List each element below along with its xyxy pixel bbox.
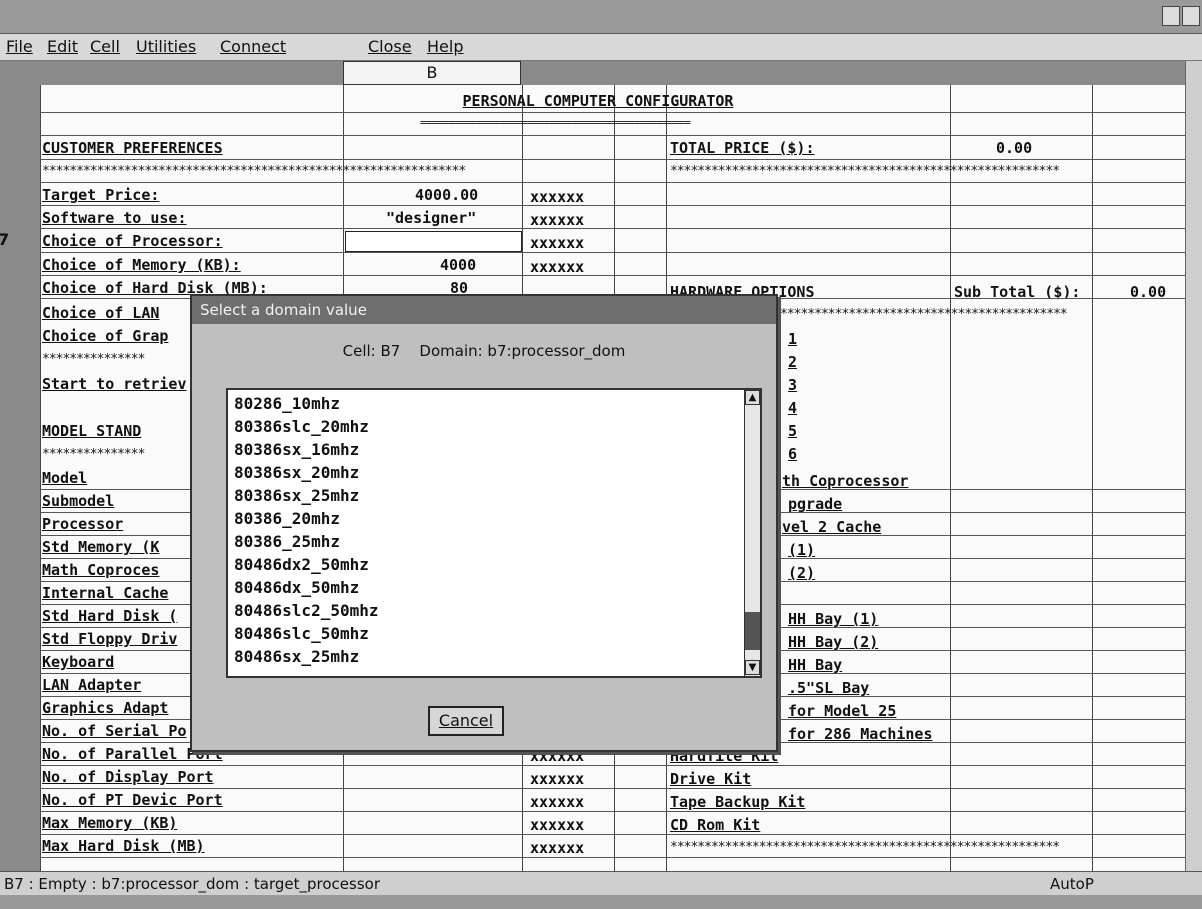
target-price-value[interactable]: 4000.00 [415, 184, 478, 206]
scroll-down-arrow-icon[interactable]: ▼ [745, 660, 760, 675]
pt-device-port-label: No. of PT Devic Port [42, 791, 223, 809]
submodel-label: Submodel [42, 492, 115, 510]
select-domain-dialog: Select a domain value Cell: B7 Domain: b… [190, 294, 778, 752]
total-price-label: TOTAL PRICE ($): [670, 139, 815, 157]
hw-option-5: 5 [788, 422, 798, 440]
dialog-title: Select a domain value [192, 296, 776, 324]
hw-option-6: 6 [788, 445, 798, 463]
menu-edit[interactable]: Edit [47, 37, 78, 56]
display-port-label: No. of Display Port [42, 768, 214, 786]
list-scrollbar[interactable]: ▲ ▼ [744, 390, 760, 676]
std-floppy-label: Std Floppy Driv [42, 630, 178, 648]
list-item[interactable]: 80386sx_20mhz [234, 461, 359, 484]
sheet-title: PERSONAL COMPUTER CONFIGURATOR [462, 92, 734, 110]
lan-adapter-label: LAN Adapter [42, 676, 142, 694]
hw-tape-backup-kit: Tape Backup Kit [670, 793, 806, 811]
graphics-adapter-label: Graphics Adapt [42, 699, 169, 717]
hw-cd-rom-kit: CD Rom Kit [670, 816, 761, 834]
list-item[interactable]: 80486slc2_50mhz [234, 599, 379, 622]
separator-right: ****************************************… [670, 164, 1060, 179]
std-hard-disk-label: Std Hard Disk ( [42, 607, 178, 625]
list-item[interactable]: 80386_25mhz [234, 530, 340, 553]
status-text: B7 : Empty : b7:processor_dom : target_p… [4, 875, 380, 893]
scroll-up-arrow-icon[interactable]: ▲ [745, 390, 760, 405]
internal-cache-label: Internal Cache [42, 584, 169, 602]
status-bar: B7 : Empty : b7:processor_dom : target_p… [0, 871, 1202, 895]
hw-option-3: 3 [788, 376, 798, 394]
row-header-bar: 7 [0, 85, 40, 871]
window-titlebar [0, 0, 1202, 34]
list-item[interactable]: 80386slc_20mhz [234, 415, 369, 438]
separator-left: ****************************************… [42, 164, 466, 179]
scroll-thumb[interactable] [745, 612, 760, 650]
separator-right-3: ****************************************… [670, 840, 1060, 855]
column-header-bar: B [0, 61, 1185, 85]
sub-total-value: 0.00 [1130, 283, 1167, 301]
start-label: Start to retriev [42, 375, 187, 393]
customer-preferences-heading: CUSTOMER PREFERENCES [42, 139, 223, 157]
list-item[interactable]: 80486dx_50mhz [234, 576, 359, 599]
minimize-button[interactable] [1162, 6, 1180, 26]
max-memory-label: Max Memory (KB) [42, 814, 178, 832]
list-item[interactable]: 80486slc_50mhz [234, 622, 369, 645]
menu-help[interactable]: Help [427, 37, 463, 56]
hw-option-1: 1 [788, 330, 798, 348]
processor-std-label: Processor [42, 515, 124, 533]
menu-close[interactable]: Close [368, 37, 412, 56]
software-value[interactable]: "designer" [386, 207, 476, 229]
title-underline: ========================================… [420, 116, 691, 129]
column-header-b[interactable]: B [343, 61, 521, 85]
sub-total-label: Sub Total ($): [954, 283, 1081, 301]
cancel-button[interactable]: Cancel [428, 706, 504, 736]
xxxxxx-6: xxxxxx [530, 770, 585, 788]
max-hard-disk-label: Max Hard Disk (MB) [42, 837, 205, 855]
hw-drive-kit: Drive Kit [670, 770, 752, 788]
maximize-button[interactable] [1182, 6, 1200, 26]
row-header-7[interactable]: 7 [0, 230, 9, 249]
list-item[interactable]: 80486dx2_50mhz [234, 553, 369, 576]
list-item[interactable]: 80386sx_16mhz [234, 438, 359, 461]
target-price-label: Target Price: [42, 186, 160, 204]
domain-value-list[interactable]: 80286_10mhz 80386slc_20mhz 80386sx_16mhz… [226, 388, 762, 678]
list-item[interactable]: 80386_20mhz [234, 507, 340, 530]
menu-bar: File Edit Cell Utilities Connect Close H… [0, 34, 1202, 61]
menu-utilities[interactable]: Utilities [136, 37, 196, 56]
model-label: Model [42, 469, 88, 487]
dialog-domain-label: Domain: b7:processor_dom [419, 342, 626, 360]
model-standard-heading: MODEL STAND [42, 422, 142, 440]
xxxxxx-3: xxxxxx [530, 234, 585, 252]
list-item[interactable]: 80286_10mhz [234, 392, 340, 415]
separator-left-3: *************** [42, 447, 145, 462]
status-mode: AutoP [1050, 875, 1094, 893]
menu-connect[interactable]: Connect [220, 37, 286, 56]
list-item[interactable]: 80386sx_25mhz [234, 484, 359, 507]
menu-file[interactable]: File [6, 37, 33, 56]
hw-option-2: 2 [788, 353, 798, 371]
horizontal-scrollbar[interactable] [0, 895, 1202, 909]
std-memory-label: Std Memory (K [42, 538, 160, 556]
total-price-value: 0.00 [996, 139, 1033, 157]
cell-b7-selected[interactable] [345, 231, 522, 252]
dialog-cell-label: Cell: B7 [342, 342, 401, 360]
keyboard-label: Keyboard [42, 653, 115, 671]
serial-port-label: No. of Serial Po [42, 722, 187, 740]
dialog-info: Cell: B7 Domain: b7:processor_dom [192, 342, 776, 360]
processor-label: Choice of Processor: [42, 232, 223, 250]
separator-right-2: ****************************************… [780, 307, 1068, 322]
software-label: Software to use: [42, 209, 187, 227]
memory-value[interactable]: 4000 [440, 254, 476, 276]
separator-left-2: *************** [42, 352, 145, 367]
vertical-scrollbar[interactable] [1185, 61, 1202, 871]
graphics-label: Choice of Grap [42, 327, 169, 345]
menu-cell[interactable]: Cell [90, 37, 120, 56]
list-item[interactable]: 80486sx_25mhz [234, 645, 359, 668]
memory-label: Choice of Memory (KB): [42, 256, 241, 274]
lan-label: Choice of LAN [42, 304, 160, 322]
math-coproc-label: Math Coproces [42, 561, 160, 579]
xxxxxx-9: xxxxxx [530, 839, 585, 857]
hw-option-4: 4 [788, 399, 798, 417]
xxxxxx-8: xxxxxx [530, 816, 585, 834]
xxxxxx-7: xxxxxx [530, 793, 585, 811]
